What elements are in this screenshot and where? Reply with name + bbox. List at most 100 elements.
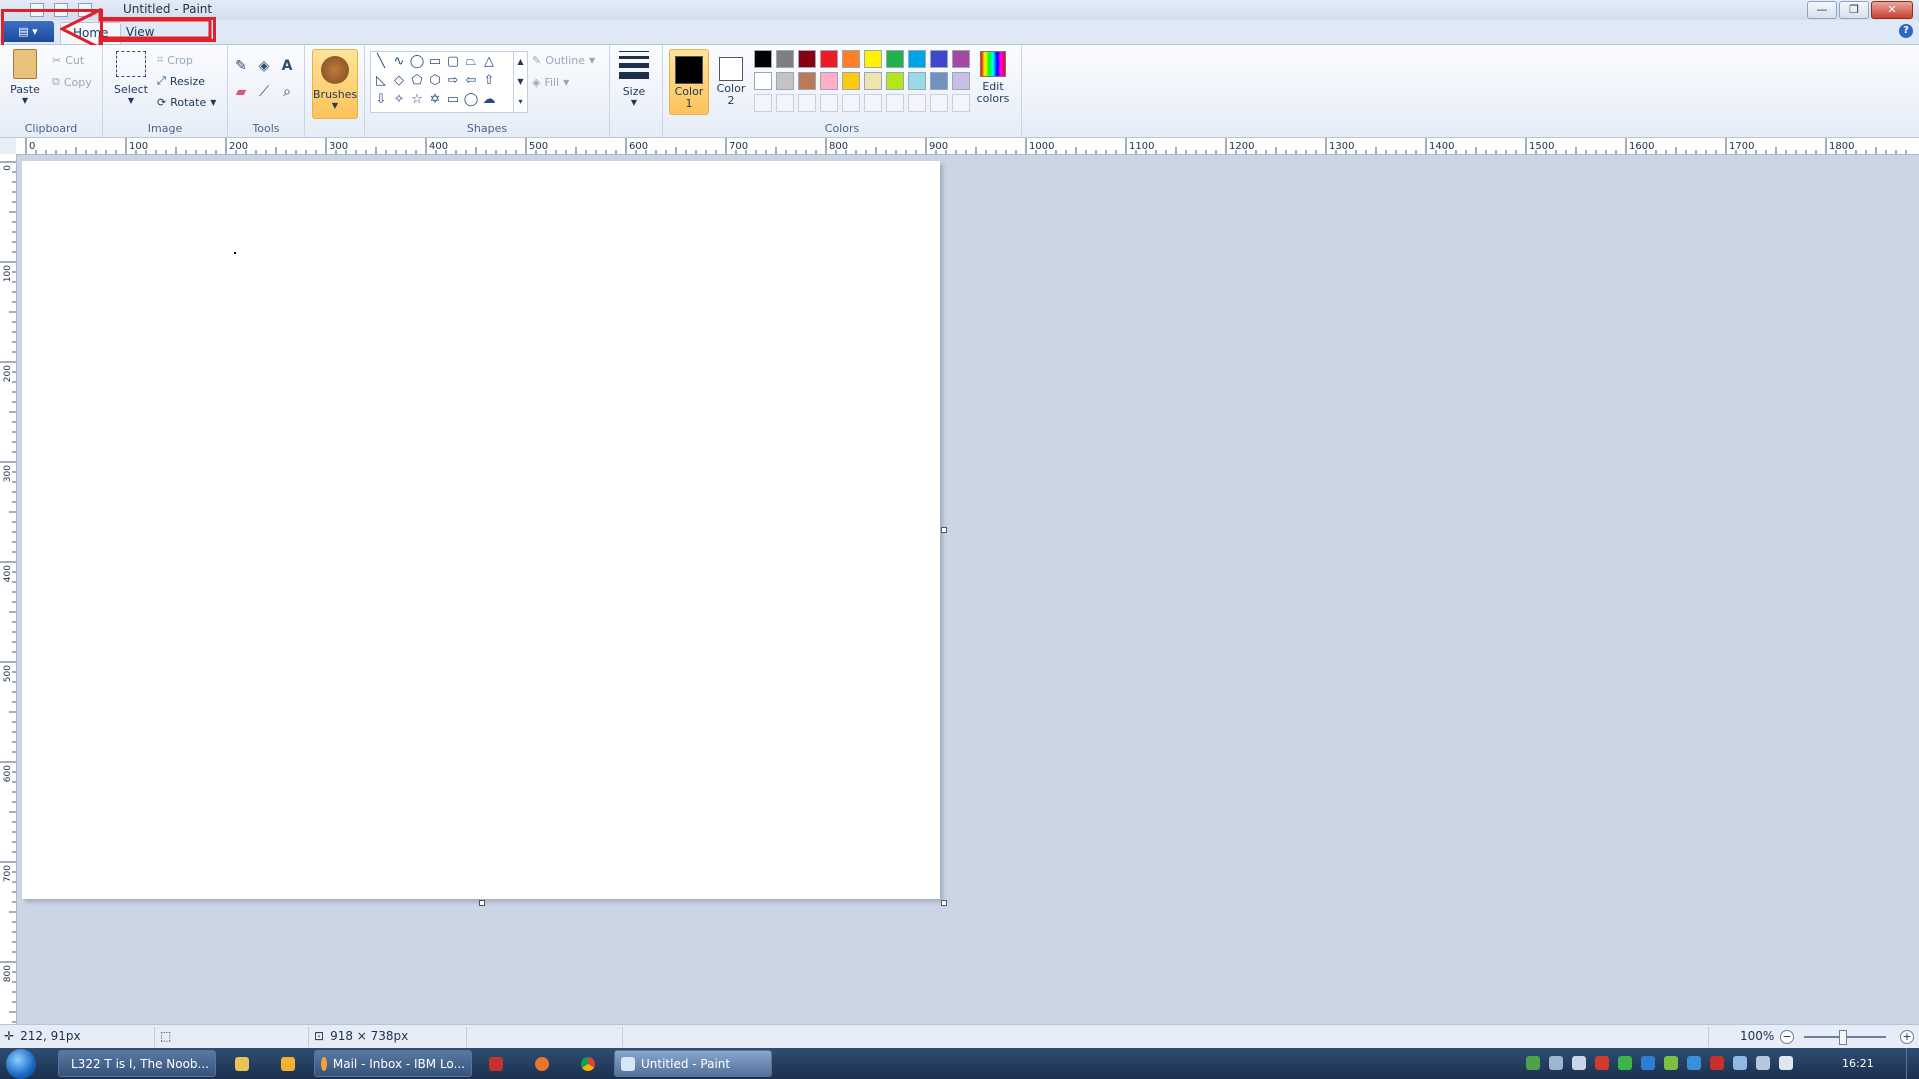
tray-volume-icon[interactable]	[1779, 1056, 1793, 1070]
brushes-button[interactable]: Brushes ▼	[312, 49, 358, 119]
palette-swatch[interactable]	[864, 72, 882, 90]
rotate-button[interactable]: ⟳ Rotate ▼	[157, 93, 216, 111]
palette-swatch[interactable]	[754, 72, 772, 90]
save-icon[interactable]	[30, 3, 44, 17]
palette-custom-slot[interactable]	[952, 94, 970, 112]
select-button[interactable]: Select ▼	[111, 51, 151, 105]
resize-handle-corner[interactable]	[941, 900, 947, 906]
palette-swatch[interactable]	[820, 50, 838, 68]
palette-custom-slot[interactable]	[842, 94, 860, 112]
palette-custom-slot[interactable]	[886, 94, 904, 112]
redo-icon[interactable]	[78, 3, 92, 17]
rectangle-shape-icon[interactable]: ▭	[427, 54, 443, 70]
size-button[interactable]: Size ▼	[614, 51, 654, 107]
zoom-in-button[interactable]: +	[1900, 1030, 1914, 1044]
help-icon[interactable]: ?	[1899, 24, 1913, 38]
palette-swatch[interactable]	[776, 72, 794, 90]
palette-custom-slot[interactable]	[908, 94, 926, 112]
tray-shield-icon[interactable]	[1526, 1056, 1540, 1070]
diamond-shape-icon[interactable]: ◇	[391, 73, 407, 89]
right-arrow-shape-icon[interactable]: ⇨	[445, 73, 461, 89]
tray-headset-icon[interactable]	[1572, 1056, 1586, 1070]
pencil-icon[interactable]: ✎	[232, 57, 250, 75]
hexagon-shape-icon[interactable]: ⬡	[427, 73, 443, 89]
line-shape-icon[interactable]: ╲	[373, 54, 389, 70]
polygon-shape-icon[interactable]: ⏢	[463, 54, 479, 70]
palette-swatch[interactable]	[908, 72, 926, 90]
taskbar-item-browser[interactable]: L322 T is I, The Noob...	[58, 1050, 216, 1077]
palette-swatch[interactable]	[886, 72, 904, 90]
color1-button[interactable]: Color 1	[669, 49, 709, 115]
taskbar-pin-firefox[interactable]	[522, 1050, 562, 1077]
pentagon-shape-icon[interactable]: ⬠	[409, 73, 425, 89]
cut-button[interactable]: ✂ Cut	[52, 51, 84, 69]
paint-menu-button[interactable]: ▤ ▾	[2, 21, 54, 42]
taskbar-item-paint[interactable]: Untitled - Paint	[614, 1050, 772, 1077]
fill-bucket-icon[interactable]: ◈	[255, 57, 273, 75]
taskbar-pin-chrome[interactable]	[568, 1050, 608, 1077]
palette-custom-slot[interactable]	[930, 94, 948, 112]
tray-pdf-icon[interactable]	[1710, 1056, 1724, 1070]
palette-custom-slot[interactable]	[754, 94, 772, 112]
cloud-callout-shape-icon[interactable]: ☁	[481, 92, 497, 108]
taskbar-clock[interactable]: 16:21	[1842, 1057, 1874, 1070]
palette-swatch[interactable]	[842, 72, 860, 90]
rect-callout-shape-icon[interactable]: ▭	[445, 92, 461, 108]
rounded-rectangle-shape-icon[interactable]: ▢	[445, 54, 461, 70]
palette-swatch[interactable]	[776, 50, 794, 68]
palette-swatch[interactable]	[820, 72, 838, 90]
palette-swatch[interactable]	[952, 50, 970, 68]
palette-custom-slot[interactable]	[776, 94, 794, 112]
tray-monitor-icon[interactable]	[1756, 1056, 1770, 1070]
palette-custom-slot[interactable]	[820, 94, 838, 112]
zoom-out-button[interactable]: −	[1780, 1030, 1794, 1044]
oval-shape-icon[interactable]: ◯	[409, 54, 425, 70]
tray-app-green-icon[interactable]	[1618, 1056, 1632, 1070]
palette-swatch[interactable]	[864, 50, 882, 68]
taskbar-pin-explorer[interactable]	[222, 1050, 262, 1077]
six-point-star-shape-icon[interactable]: ✡	[427, 92, 443, 108]
minimize-button[interactable]: —	[1807, 1, 1837, 19]
palette-swatch[interactable]	[952, 72, 970, 90]
crop-button[interactable]: ⌗ Crop	[157, 51, 193, 69]
restore-button[interactable]: ❐	[1839, 1, 1869, 19]
resize-handle-bottom[interactable]	[479, 900, 485, 906]
start-button[interactable]	[6, 1049, 36, 1079]
four-point-star-shape-icon[interactable]: ✧	[391, 92, 407, 108]
left-arrow-shape-icon[interactable]: ⇦	[463, 73, 479, 89]
outline-button[interactable]: ✎ Outline ▼	[532, 51, 595, 69]
up-arrow-shape-icon[interactable]: ⇧	[481, 73, 497, 89]
down-arrow-shape-icon[interactable]: ⇩	[373, 92, 389, 108]
tray-app-red-icon[interactable]	[1595, 1056, 1609, 1070]
right-triangle-shape-icon[interactable]: ◺	[373, 73, 389, 89]
copy-button[interactable]: ⧉ Copy	[52, 73, 92, 91]
taskbar-pin-media[interactable]	[268, 1050, 308, 1077]
resize-handle-right[interactable]	[941, 527, 947, 533]
magnifier-icon[interactable]: ⌕	[278, 83, 296, 101]
five-point-star-shape-icon[interactable]: ☆	[409, 92, 425, 108]
curve-shape-icon[interactable]: ∿	[391, 54, 407, 70]
palette-swatch[interactable]	[908, 50, 926, 68]
taskbar-pin-pdf[interactable]	[476, 1050, 516, 1077]
tray-leaf-icon[interactable]	[1664, 1056, 1678, 1070]
tray-chat-icon[interactable]	[1733, 1056, 1747, 1070]
zoom-slider-thumb[interactable]	[1839, 1030, 1847, 1045]
palette-custom-slot[interactable]	[864, 94, 882, 112]
tab-view[interactable]: View	[114, 22, 166, 43]
text-icon[interactable]: A	[278, 57, 296, 75]
tab-home[interactable]: Home	[60, 22, 122, 44]
resize-button[interactable]: ⤢ Resize	[157, 72, 205, 90]
palette-custom-slot[interactable]	[798, 94, 816, 112]
edit-colors-button[interactable]: Edit colors	[974, 49, 1012, 105]
taskbar-item-mail[interactable]: Mail - Inbox - IBM Lo...	[314, 1050, 472, 1077]
palette-swatch[interactable]	[930, 72, 948, 90]
fill-button[interactable]: ◈ Fill ▼	[532, 73, 569, 91]
color-picker-icon[interactable]: ⟋	[255, 83, 273, 101]
shapes-scrollbar[interactable]: ▲ ▼ ▾	[513, 52, 527, 112]
oval-callout-shape-icon[interactable]: ◯	[463, 92, 479, 108]
palette-swatch[interactable]	[798, 72, 816, 90]
paste-button[interactable]: Paste ▼	[6, 49, 44, 105]
tray-check-icon[interactable]	[1641, 1056, 1655, 1070]
triangle-shape-icon[interactable]: △	[481, 54, 497, 70]
undo-icon[interactable]	[54, 3, 68, 17]
